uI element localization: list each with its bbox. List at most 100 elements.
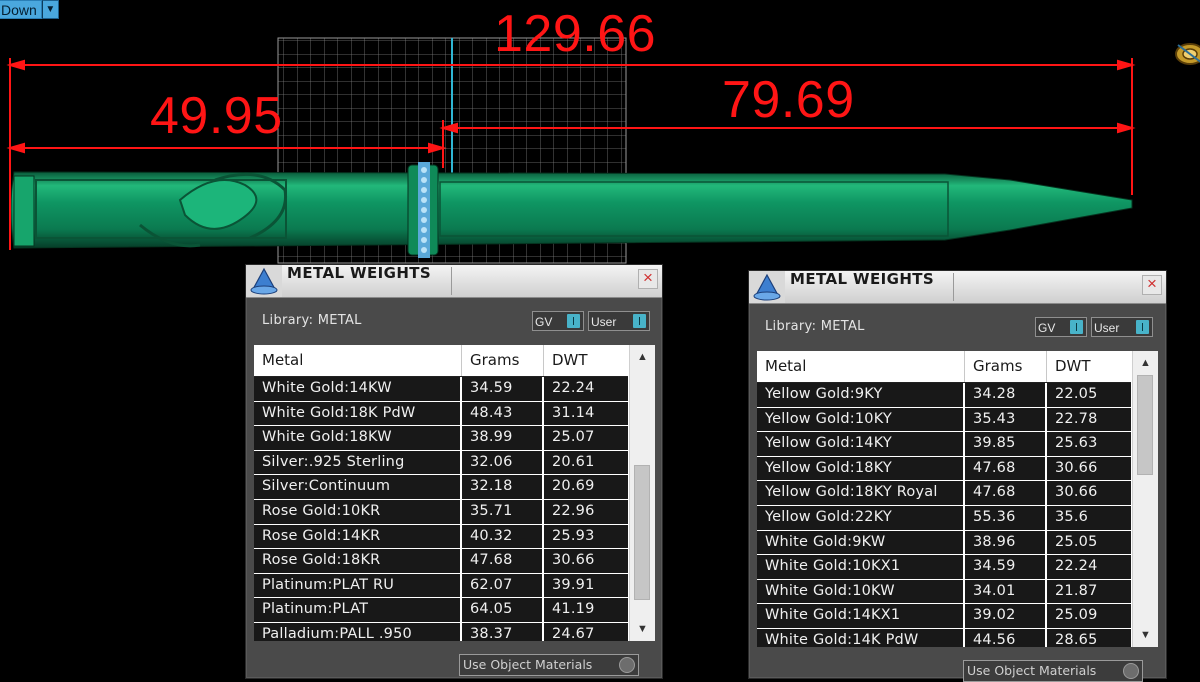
table-row[interactable]: Palladium:PALL .950 38.37 24.67: [254, 622, 628, 641]
grams-cell: 32.18: [462, 475, 544, 499]
dwt-cell: 24.67: [544, 622, 628, 641]
cad-viewport[interactable]: 129.66 49.95 79.69: [0, 0, 1200, 270]
dimension-left: 49.95: [150, 87, 283, 145]
table-row[interactable]: Yellow Gold:18KY Royal 47.68 30.66: [757, 481, 1131, 506]
use-object-materials-toggle[interactable]: Use Object Materials: [459, 654, 639, 676]
dwt-cell: 25.09: [1047, 604, 1131, 628]
column-header-metal[interactable]: Metal: [254, 345, 462, 376]
table-header: Metal Grams DWT: [254, 345, 628, 377]
metal-cell: White Gold:10KX1: [757, 555, 965, 579]
metal-table: Metal Grams DWT Yellow Gold:9KY 34.28 22.0…: [757, 351, 1158, 647]
grams-cell: 38.37: [462, 622, 544, 641]
metal-cell: Rose Gold:14KR: [254, 524, 462, 549]
table-row[interactable]: White Gold:9KW 38.96 25.05: [757, 530, 1131, 556]
table-row[interactable]: Silver:.925 Sterling 32.06 20.61: [254, 450, 628, 476]
grams-cell: 47.68: [965, 481, 1047, 505]
library-label: Library: METAL: [262, 313, 362, 328]
toggle-knob-icon: [1070, 320, 1083, 334]
gv-toggle-label: GV: [1038, 321, 1056, 335]
table-row[interactable]: Platinum:PLAT 64.05 41.19: [254, 598, 628, 623]
dimension-overall: 129.66: [494, 5, 657, 63]
dwt-cell: 25.63: [1047, 432, 1131, 456]
dwt-cell: 41.19: [544, 598, 628, 622]
dwt-cell: 30.66: [1047, 481, 1131, 505]
close-button[interactable]: ×: [1142, 275, 1162, 295]
column-header-grams[interactable]: Grams: [462, 345, 544, 376]
grams-cell: 55.36: [965, 505, 1047, 530]
grams-cell: 34.01: [965, 579, 1047, 604]
table-scrollbar[interactable]: ▲ ▼: [1132, 351, 1158, 647]
library-label: Library: METAL: [765, 319, 865, 334]
metal-cell: Platinum:PLAT: [254, 598, 462, 622]
dwt-cell: 28.65: [1047, 628, 1131, 647]
grams-cell: 64.05: [462, 598, 544, 622]
close-icon: ×: [1147, 274, 1157, 293]
panel-titlebar[interactable]: METAL WEIGHTS ×: [246, 264, 662, 298]
column-header-dwt[interactable]: DWT: [544, 345, 628, 376]
table-row[interactable]: White Gold:18K PdW 48.43 31.14: [254, 401, 628, 427]
view-gizmo-icon[interactable]: [1170, 36, 1200, 72]
scroll-down-icon[interactable]: ▼: [1133, 625, 1158, 645]
dwt-cell: 25.05: [1047, 530, 1131, 555]
table-row[interactable]: Yellow Gold:14KY 39.85 25.63: [757, 432, 1131, 457]
table-row[interactable]: Yellow Gold:10KY 35.43 22.78: [757, 407, 1131, 433]
table-row[interactable]: Rose Gold:14KR 40.32 25.93: [254, 524, 628, 550]
use-object-materials-label: Use Object Materials: [967, 663, 1097, 678]
metal-cell: Palladium:PALL .950: [254, 622, 462, 641]
user-toggle-label: User: [1094, 321, 1120, 335]
scroll-thumb[interactable]: [634, 465, 650, 600]
dimension-right: 79.69: [722, 71, 855, 129]
table-row[interactable]: Silver:Continuum 32.18 20.69: [254, 475, 628, 500]
close-button[interactable]: ×: [638, 269, 658, 289]
radio-icon: [619, 657, 635, 673]
metal-cell: Platinum:PLAT RU: [254, 573, 462, 598]
table-row[interactable]: White Gold:18KW 38.99 25.07: [254, 426, 628, 451]
user-toggle[interactable]: User: [1091, 317, 1153, 337]
grams-cell: 44.56: [965, 628, 1047, 647]
table-row[interactable]: Yellow Gold:18KY 47.68 30.66: [757, 456, 1131, 482]
metal-cell: Yellow Gold:18KY: [757, 456, 965, 481]
column-header-metal[interactable]: Metal: [757, 351, 965, 382]
dwt-cell: 22.24: [1047, 555, 1131, 579]
grams-cell: 35.71: [462, 499, 544, 524]
gv-toggle[interactable]: GV: [1035, 317, 1087, 337]
table-row[interactable]: Yellow Gold:22KY 55.36 35.6: [757, 505, 1131, 531]
scroll-thumb[interactable]: [1137, 375, 1153, 475]
grams-cell: 62.07: [462, 573, 544, 598]
table-row[interactable]: White Gold:14K PdW 44.56 28.65: [757, 628, 1131, 647]
dwt-cell: 20.69: [544, 475, 628, 499]
table-row[interactable]: Rose Gold:18KR 47.68 30.66: [254, 549, 628, 574]
table-row[interactable]: Yellow Gold:9KY 34.28 22.05: [757, 383, 1131, 408]
metal-cell: Rose Gold:10KR: [254, 499, 462, 524]
grams-cell: 32.06: [462, 450, 544, 475]
scroll-up-icon[interactable]: ▲: [630, 347, 655, 367]
toggle-knob-icon: [1136, 320, 1149, 334]
grams-cell: 39.02: [965, 604, 1047, 628]
metal-cell: Yellow Gold:10KY: [757, 407, 965, 432]
gv-toggle[interactable]: GV: [532, 311, 584, 331]
grams-cell: 40.32: [462, 524, 544, 549]
table-row[interactable]: White Gold:10KX1 34.59 22.24: [757, 555, 1131, 580]
metal-cell: Yellow Gold:22KY: [757, 505, 965, 530]
use-object-materials-toggle[interactable]: Use Object Materials: [963, 660, 1143, 682]
column-header-grams[interactable]: Grams: [965, 351, 1047, 382]
table-scrollbar[interactable]: ▲ ▼: [629, 345, 655, 641]
metal-cell: White Gold:14K PdW: [757, 628, 965, 647]
table-row[interactable]: White Gold:14KX1 39.02 25.09: [757, 604, 1131, 629]
table-row[interactable]: White Gold:10KW 34.01 21.87: [757, 579, 1131, 605]
table-row[interactable]: Platinum:PLAT RU 62.07 39.91: [254, 573, 628, 599]
table-row[interactable]: Rose Gold:10KR 35.71 22.96: [254, 499, 628, 525]
table-body: White Gold:14KW 34.59 22.24 White Gold:18K …: [254, 377, 628, 641]
column-header-dwt[interactable]: DWT: [1047, 351, 1131, 382]
metal-cell: Silver:Continuum: [254, 475, 462, 499]
dwt-cell: 30.66: [1047, 456, 1131, 481]
scroll-up-icon[interactable]: ▲: [1133, 353, 1158, 373]
scroll-down-icon[interactable]: ▼: [630, 619, 655, 639]
table-row[interactable]: White Gold:14KW 34.59 22.24: [254, 377, 628, 402]
dwt-cell: 22.24: [544, 377, 628, 401]
panel-titlebar[interactable]: METAL WEIGHTS ×: [749, 270, 1166, 304]
metal-cell: Silver:.925 Sterling: [254, 450, 462, 475]
dwt-cell: 39.91: [544, 573, 628, 598]
user-toggle[interactable]: User: [588, 311, 650, 331]
table-header: Metal Grams DWT: [757, 351, 1131, 383]
